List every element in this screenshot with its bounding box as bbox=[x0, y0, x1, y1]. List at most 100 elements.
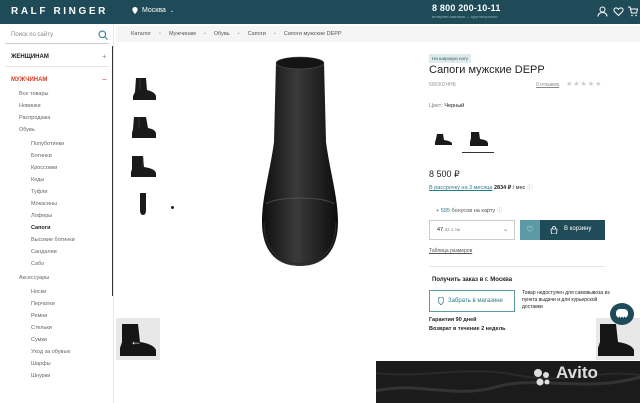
size-select[interactable]: 47 32.1 см ⌄ bbox=[429, 220, 515, 240]
search-icon[interactable] bbox=[98, 30, 108, 40]
bag-icon bbox=[550, 226, 558, 234]
sidebar-item-boots-active[interactable]: Сапоги bbox=[31, 225, 50, 231]
arrow-left-icon[interactable]: ← bbox=[130, 334, 142, 348]
sidebar-item-high-boots[interactable]: Высокие ботинки bbox=[31, 237, 75, 243]
article-number: 590302ЧНБ bbox=[429, 82, 456, 88]
installment-row: В рассрочку на 3 месяца 2834 ₽ / мес ⓘ bbox=[429, 183, 532, 191]
breadcrumb-separator: • bbox=[203, 31, 206, 37]
sidebar-item-scarves[interactable]: Шарфы bbox=[31, 361, 51, 367]
size-cm: 32.1 см bbox=[444, 227, 461, 232]
reviews-link[interactable]: 0 отзывов bbox=[536, 82, 559, 88]
expand-plus-icon[interactable]: + bbox=[102, 52, 107, 61]
site-header: RALF RINGER Москва ⌄ 8 800 200-10-11 инт… bbox=[0, 0, 640, 24]
category-men[interactable]: МУЖЧИНАМ bbox=[11, 77, 47, 83]
color-row: Цвет: Черный bbox=[429, 103, 464, 109]
thumbnail-side[interactable] bbox=[129, 76, 157, 102]
breadcrumb-boots[interactable]: Сапоги bbox=[248, 31, 266, 37]
sidebar-item-all[interactable]: Все товары bbox=[19, 91, 48, 97]
breadcrumb-separator: • bbox=[159, 31, 161, 37]
category-sidebar: Поиск по сайту ЖЕНЩИНАМ + МУЖЧИНАМ − Все… bbox=[0, 24, 114, 403]
chat-bubble-icon[interactable] bbox=[616, 309, 628, 319]
bonus-points: + 595 bbox=[436, 208, 450, 214]
category-women[interactable]: ЖЕНЩИНАМ bbox=[11, 54, 49, 60]
gallery-pager-dot[interactable] bbox=[171, 206, 174, 209]
leather-texture-banner bbox=[375, 361, 640, 403]
size-table-link[interactable]: Таблица размеров bbox=[429, 248, 472, 254]
sidebar-item-moccasins[interactable]: Мокасины bbox=[31, 201, 57, 207]
installment-amount: 2834 ₽ bbox=[493, 185, 512, 191]
sidebar-item-belts[interactable]: Ремни bbox=[31, 313, 47, 319]
sidebar-item-sandals[interactable]: Сандалии bbox=[31, 249, 57, 255]
divider bbox=[5, 66, 109, 67]
color-swatch-2-selected[interactable] bbox=[463, 127, 493, 149]
add-to-cart-button[interactable]: В корзину bbox=[540, 220, 605, 240]
bonus-row: + 595 бонусов на карту ⓘ bbox=[436, 206, 502, 214]
wide-fit-badge: На широкую ногу bbox=[429, 54, 471, 63]
breadcrumb-separator: • bbox=[273, 31, 276, 37]
thumbnail-back[interactable] bbox=[129, 192, 157, 218]
chevron-down-icon: ⌄ bbox=[502, 227, 508, 233]
breadcrumb: Каталог • Мужчинам • Обувь • Сапоги • Сапоги… bbox=[116, 26, 640, 42]
sidebar-item-keds[interactable]: Кеды bbox=[31, 177, 44, 183]
sidebar-item-shoe-care[interactable]: Уход за обувью bbox=[31, 349, 70, 355]
color-swatch-1[interactable] bbox=[429, 127, 459, 149]
product-price: 8 500 ₽ bbox=[429, 169, 460, 179]
info-icon[interactable]: ⓘ bbox=[527, 185, 533, 191]
search-placeholder: Поиск по сайту bbox=[11, 32, 54, 38]
product-title: Сапоги мужские DEPP bbox=[429, 64, 545, 76]
breadcrumb-men[interactable]: Мужчинам bbox=[169, 31, 196, 37]
sidebar-item-botinki[interactable]: Ботинки bbox=[31, 153, 52, 159]
sidebar-item-bags[interactable]: Сумки bbox=[31, 337, 47, 343]
installment-link[interactable]: В рассрочку на 3 месяца bbox=[429, 185, 492, 191]
breadcrumb-current: Сапоги мужские DEPP bbox=[283, 31, 342, 37]
sidebar-item-insoles[interactable]: Стельки bbox=[31, 325, 52, 331]
sidebar-item-socks[interactable]: Носки bbox=[31, 289, 46, 295]
city-name: Москва bbox=[142, 7, 166, 14]
heart-icon: ♡ bbox=[526, 225, 534, 234]
sidebar-item-polubotinki[interactable]: Полуботинки bbox=[31, 141, 64, 147]
size-value: 47 bbox=[437, 227, 444, 233]
pickup-in-store-button[interactable]: Забрать в магазине bbox=[429, 290, 515, 312]
chevron-down-icon: ⌄ bbox=[169, 7, 175, 14]
guarantee-text: Гарантия 90 дней bbox=[429, 317, 477, 323]
sidebar-item-accessories[interactable]: Аксессуары bbox=[19, 275, 49, 281]
rating-stars[interactable]: ★★★★★ bbox=[566, 80, 602, 88]
sidebar-item-shoes[interactable]: Обувь bbox=[19, 127, 35, 133]
breadcrumb-shoes[interactable]: Обувь bbox=[214, 31, 230, 37]
bonus-text: бонусов на карту bbox=[451, 208, 496, 214]
sidebar-item-sabo[interactable]: Сабо bbox=[31, 261, 44, 267]
favorites-heart-icon[interactable] bbox=[613, 6, 624, 17]
sidebar-item-new[interactable]: Новинки bbox=[19, 103, 41, 109]
collapse-minus-icon[interactable]: − bbox=[102, 75, 107, 84]
leather-texture-image bbox=[375, 370, 640, 393]
color-label: Цвет: bbox=[429, 103, 443, 109]
brand-logo[interactable]: RALF RINGER bbox=[11, 6, 108, 17]
pickup-title: Получить заказ в г. Москва bbox=[432, 277, 513, 283]
user-icon[interactable] bbox=[597, 6, 608, 17]
divider bbox=[429, 266, 605, 267]
sidebar-item-tufli[interactable]: Туфли bbox=[31, 189, 47, 195]
main-product-image bbox=[262, 56, 338, 266]
info-icon[interactable]: ⓘ bbox=[497, 208, 503, 214]
chat-dots-icon bbox=[618, 316, 626, 319]
sidebar-item-loafers[interactable]: Лоферы bbox=[31, 213, 52, 219]
sidebar-item-laces[interactable]: Шнурки bbox=[31, 373, 50, 379]
thumbnail-front-angle[interactable] bbox=[129, 115, 157, 141]
cart-icon[interactable] bbox=[627, 6, 638, 17]
sidebar-item-sale[interactable]: Распродажа bbox=[19, 115, 50, 121]
city-selector[interactable]: Москва ⌄ bbox=[132, 7, 174, 14]
breadcrumb-catalog[interactable]: Каталог bbox=[131, 31, 151, 37]
sidebar-item-sneakers[interactable]: Кроссовки bbox=[31, 165, 57, 171]
sidebar-scrollbar[interactable] bbox=[112, 46, 113, 296]
add-to-cart-label: В корзину bbox=[564, 226, 592, 232]
add-to-favorites-button[interactable]: ♡ bbox=[520, 220, 540, 240]
selected-swatch-underline bbox=[462, 152, 494, 153]
color-value: Черный bbox=[444, 103, 465, 109]
search-input[interactable]: Поиск по сайту bbox=[5, 28, 109, 44]
thumbnail-outer-side[interactable] bbox=[129, 153, 157, 179]
delivery-unavailable-note: Товар недоступен для самовывоза из пункт… bbox=[522, 290, 610, 310]
location-pin-icon bbox=[438, 297, 444, 305]
phone-number[interactable]: 8 800 200-10-11 bbox=[432, 3, 501, 13]
sidebar-item-gloves[interactable]: Перчатки bbox=[31, 301, 55, 307]
return-policy-text: Возврат в течение 2 недель bbox=[429, 326, 506, 332]
